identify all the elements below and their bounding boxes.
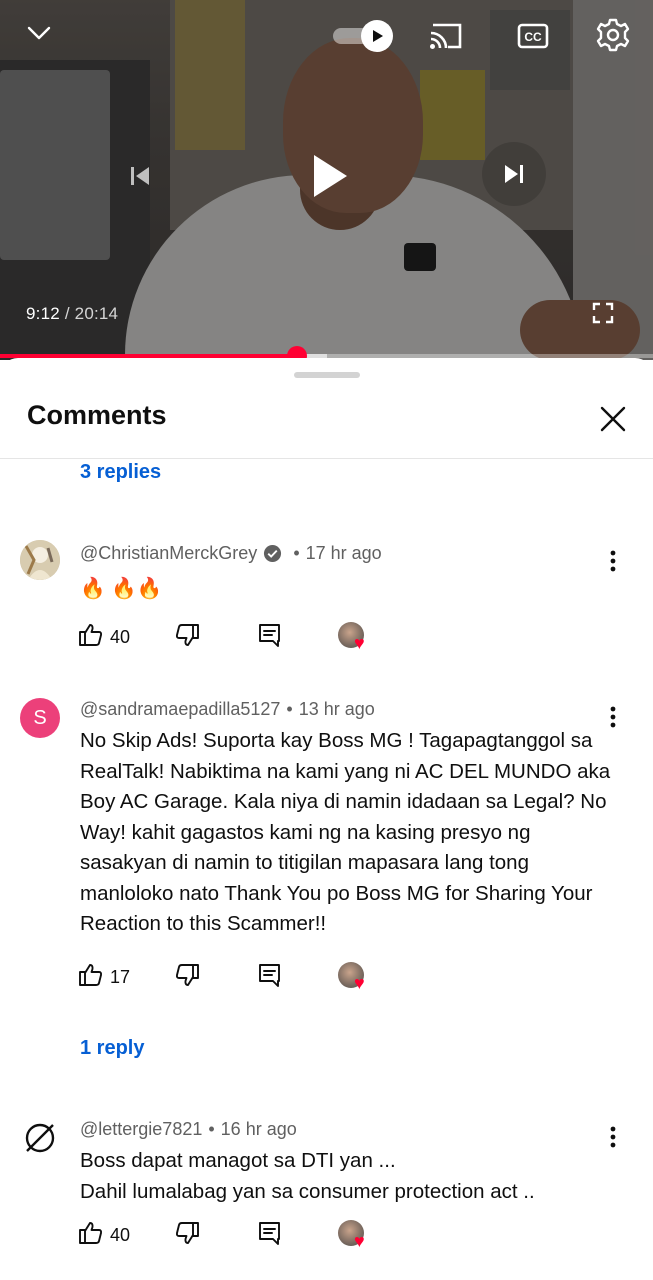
thumbs-up-icon — [78, 962, 104, 993]
autoplay-toggle[interactable] — [333, 20, 395, 52]
creator-heart-badge: ♥ — [338, 962, 372, 996]
comment-age: 17 hr ago — [305, 543, 382, 563]
divider — [0, 458, 653, 459]
author-handle[interactable]: @ChristianMerckGrey — [80, 543, 257, 564]
comment: S @sandramaepadilla5127 • 13 hr ago No S… — [0, 696, 653, 1016]
creator-heart-badge: ♥ — [338, 622, 372, 656]
like-count: 17 — [110, 966, 131, 987]
current-time: 9:12 — [26, 304, 60, 323]
cc-icon[interactable]: CC — [514, 18, 552, 54]
comment-text: 🔥 🔥🔥 — [80, 577, 163, 600]
comment-age: 13 hr ago — [298, 699, 375, 719]
thumbs-down-icon — [174, 1220, 200, 1251]
reply-button[interactable] — [257, 1218, 283, 1252]
comment-meta: @lettergie7821 • 16 hr ago — [80, 1119, 297, 1140]
heart-icon: ♥ — [354, 973, 365, 993]
author-handle[interactable]: @lettergie7821 — [80, 1119, 202, 1140]
thumbs-up-icon — [78, 1220, 104, 1251]
more-options-icon[interactable] — [600, 548, 626, 574]
author-handle[interactable]: @sandramaepadilla5127 — [80, 699, 280, 720]
meta-dot: • — [286, 699, 293, 719]
comment-actions: 17 ♥ — [78, 960, 398, 994]
chevron-down-icon[interactable] — [22, 18, 56, 48]
comments-sheet: Comments 3 replies @ChristianMerckGrey •… — [0, 358, 653, 1280]
view-replies-link[interactable]: 1 reply — [80, 1037, 144, 1060]
previous-icon[interactable] — [118, 158, 162, 194]
heart-icon: ♥ — [354, 633, 365, 653]
avatar[interactable] — [20, 540, 60, 580]
comment: @lettergie7821 • 16 hr ago Boss dapat ma… — [0, 1116, 653, 1266]
like-button[interactable]: 40 — [78, 1218, 130, 1252]
meta-dot: • — [208, 1119, 215, 1139]
comment-text: No Skip Ads! Suporta kay Boss MG ! Tagap… — [80, 729, 611, 935]
dislike-button[interactable] — [174, 620, 200, 654]
view-replies-link[interactable]: 3 replies — [80, 461, 161, 484]
time-separator: / — [59, 304, 75, 323]
fullscreen-icon[interactable] — [590, 300, 616, 326]
svg-text:CC: CC — [524, 30, 542, 44]
reply-icon — [257, 1220, 283, 1251]
like-count: 40 — [110, 626, 131, 647]
thumbs-down-icon — [174, 622, 200, 653]
dislike-button[interactable] — [174, 1218, 200, 1252]
creator-heart-badge: ♥ — [338, 1220, 372, 1254]
close-icon[interactable] — [596, 402, 630, 436]
duration: 20:14 — [74, 304, 119, 323]
like-count: 40 — [110, 1224, 131, 1245]
comment-meta: @ChristianMerckGrey • 17 hr ago — [80, 543, 382, 564]
sheet-title: Comments — [27, 400, 167, 430]
meta-dot: • — [293, 543, 300, 563]
comment-text: Boss dapat managot sa DTI yan ... Dahil … — [80, 1146, 620, 1207]
dislike-button[interactable] — [174, 960, 200, 994]
thumbs-down-icon — [174, 962, 200, 993]
avatar[interactable] — [20, 1118, 60, 1158]
like-button[interactable]: 17 — [78, 960, 130, 994]
comment-actions: 40 ♥ — [78, 620, 398, 654]
avatar[interactable]: S — [20, 698, 60, 738]
verified-icon — [263, 544, 282, 563]
play-icon[interactable] — [298, 140, 362, 212]
comment-text-line: Boss dapat managot sa DTI yan ... — [80, 1149, 396, 1172]
comment-text-line: Dahil lumalabag yan sa consumer protecti… — [80, 1179, 535, 1203]
video-player[interactable]: CC 9:12 / 20:14 — [0, 0, 653, 360]
reply-button[interactable] — [257, 620, 283, 654]
heart-icon: ♥ — [354, 1231, 365, 1251]
reply-button[interactable] — [257, 960, 283, 994]
playback-time: 9:12 / 20:14 — [26, 304, 118, 324]
cast-icon[interactable] — [426, 18, 466, 54]
like-button[interactable]: 40 — [78, 620, 130, 654]
comment-meta: @sandramaepadilla5127 • 13 hr ago — [80, 699, 375, 720]
thumbs-up-icon — [78, 622, 104, 653]
reply-icon — [257, 622, 283, 653]
comment: @ChristianMerckGrey • 17 hr ago 🔥 🔥🔥 40 — [0, 540, 653, 660]
next-icon[interactable] — [482, 142, 546, 206]
drag-handle[interactable] — [294, 372, 360, 378]
gear-icon[interactable] — [594, 16, 632, 54]
comment-actions: 40 ♥ — [78, 1218, 398, 1252]
comment-age: 16 hr ago — [220, 1119, 297, 1139]
reply-icon — [257, 962, 283, 993]
